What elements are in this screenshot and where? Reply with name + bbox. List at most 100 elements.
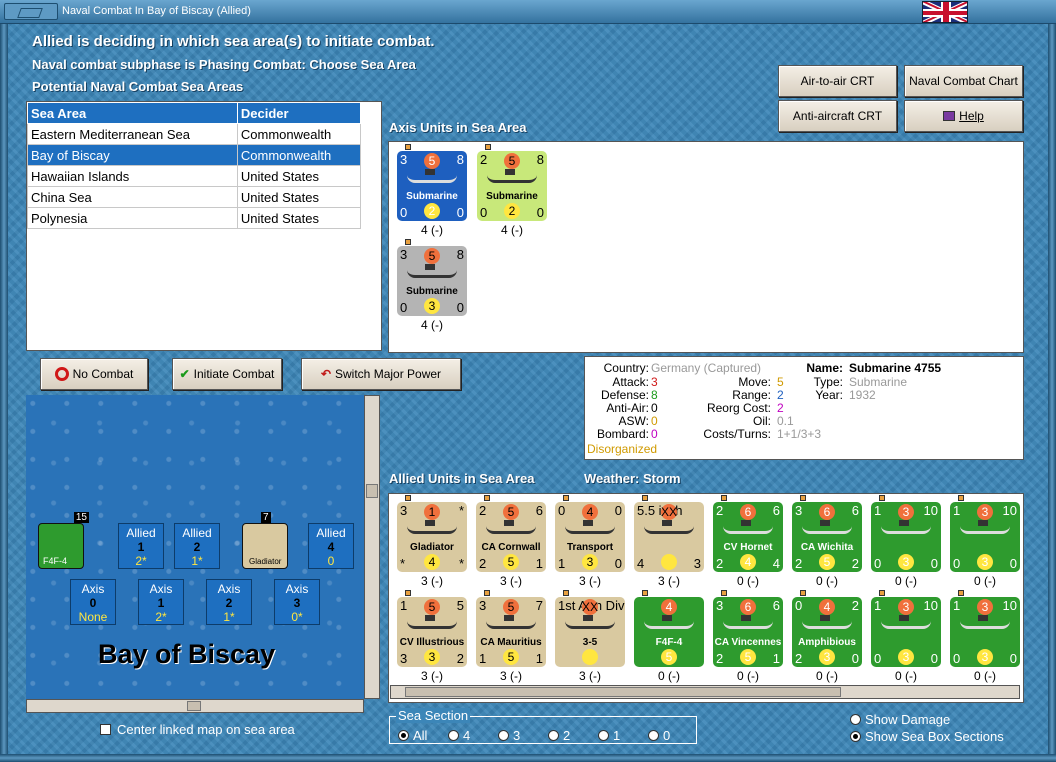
radio-circle[interactable]	[548, 730, 559, 741]
scroll-thumb[interactable]	[366, 484, 378, 498]
sea-box-text: Axis	[149, 582, 173, 596]
sea-section-radio[interactable]: 1	[598, 728, 620, 743]
unit-counter[interactable]: 3 6 6 2 5 1 CA Vincennes	[713, 597, 783, 667]
radio-label: 4	[463, 728, 471, 743]
axis-sea-box[interactable]: Axis 0 None	[70, 579, 116, 625]
counter-caption: 0 (-)	[974, 669, 996, 683]
sea-box-text: 0	[89, 596, 97, 610]
no-combat-button[interactable]: No Combat	[40, 358, 148, 390]
counter-tl: 3	[400, 152, 408, 167]
unit-counter[interactable]: 1 3 10 0 3 0	[950, 502, 1020, 572]
unit-counter[interactable]: 2 5 6 2 5 1 CA Cornwall	[476, 502, 546, 572]
radio-circle[interactable]	[850, 731, 861, 742]
status-marker-icon	[642, 590, 648, 596]
air-to-air-crt-button[interactable]: Air-to-air CRT	[778, 65, 897, 97]
unit-counter[interactable]: 1 3 10 0 3 0	[871, 597, 941, 667]
unit-counter[interactable]: 3 5 8 0 2 0 Submarine	[397, 151, 467, 221]
switch-major-power-button[interactable]: ↶ Switch Major Power	[301, 358, 461, 390]
ship-icon	[407, 169, 457, 183]
table-row[interactable]: Polynesia United States	[27, 207, 362, 229]
axis-sea-box[interactable]: Axis 2 1*	[206, 579, 252, 625]
show-damage-radio[interactable]: Show Damage	[850, 712, 950, 727]
counter-name: Gladiator	[410, 542, 454, 553]
map-horizontal-scrollbar[interactable]	[26, 699, 364, 713]
checkbox-box[interactable]	[100, 724, 111, 735]
unit-counter[interactable]: 1st Arm DivXX3-5	[555, 597, 625, 667]
decider-cell: United States	[236, 165, 362, 187]
unit-counter[interactable]: 3 5 8 0 3 0 Submarine	[397, 246, 467, 316]
allied-sea-box[interactable]: Allied 1 2*	[118, 523, 164, 569]
radio-circle[interactable]	[648, 730, 659, 741]
axis-sea-box[interactable]: Axis 1 2*	[138, 579, 184, 625]
counter-br: 2	[851, 556, 859, 571]
unit-counter[interactable]: 1 3 10 0 3 0	[950, 597, 1020, 667]
decider-cell: United States	[236, 186, 362, 208]
frame-left	[0, 24, 8, 762]
f4f-stack-counter[interactable]: 15 F4F-4	[38, 512, 89, 569]
sea-area-map[interactable]: Allied 1 2* Allied 2 1* Allied 4 0 Axis 0 None Axis 1…	[26, 395, 364, 699]
sea-section-radio[interactable]: All	[398, 728, 427, 743]
center-map-checkbox[interactable]: Center linked map on sea area	[100, 722, 295, 737]
allied-sea-box[interactable]: Allied 4 0	[308, 523, 354, 569]
initiate-combat-button[interactable]: ✔ Initiate Combat	[172, 358, 282, 390]
gladiator-stack-counter[interactable]: 7 Gladiator	[242, 512, 288, 569]
system-menu-button[interactable]	[4, 3, 58, 20]
radio-circle[interactable]	[498, 730, 509, 741]
counter-bl: 3	[400, 651, 408, 666]
anti-aircraft-crt-button[interactable]: Anti-aircraft CRT	[778, 100, 897, 132]
unit-counter[interactable]: 0 4 2 2 3 0 Amphibious	[792, 597, 862, 667]
sea-section-radio[interactable]: 2	[548, 728, 570, 743]
allied-units-scrollbar[interactable]	[390, 685, 1020, 699]
unit-counter[interactable]: 4 5 F4F-4	[634, 597, 704, 667]
status-marker-icon	[484, 590, 490, 596]
scroll-thumb[interactable]	[405, 687, 841, 697]
naval-combat-chart-button[interactable]: Naval Combat Chart	[904, 65, 1023, 97]
counter-name: Submarine	[406, 286, 458, 297]
scroll-thumb[interactable]	[187, 701, 201, 711]
naval-chart-label: Naval Combat Chart	[909, 74, 1018, 88]
sea-section-radio[interactable]: 3	[498, 728, 520, 743]
counter-caption: 3 (-)	[500, 574, 522, 588]
ship-icon	[802, 520, 852, 534]
counter-br: 3	[693, 556, 701, 571]
column-header-sea-area[interactable]: Sea Area	[27, 102, 238, 124]
counter-tc: 6	[740, 599, 756, 615]
unit-counter[interactable]: 3 1 * * 4 * Gladiator	[397, 502, 467, 572]
map-vertical-scrollbar[interactable]	[364, 395, 380, 699]
radio-circle[interactable]	[398, 730, 409, 741]
column-header-decider[interactable]: Decider	[236, 102, 362, 124]
radio-circle[interactable]	[850, 714, 861, 725]
allied-sea-box[interactable]: Allied 2 1*	[174, 523, 220, 569]
counter-bl: 2	[716, 651, 724, 666]
radio-circle[interactable]	[448, 730, 459, 741]
show-sea-box-sections-radio[interactable]: Show Sea Box Sections	[850, 729, 1004, 744]
table-row[interactable]: Bay of Biscay Commonwealth	[27, 144, 362, 166]
axis-sea-box[interactable]: Axis 3 0*	[274, 579, 320, 625]
help-button[interactable]: Help	[904, 100, 1023, 132]
counter-tr: 2	[851, 598, 859, 613]
unit-counter[interactable]: 5.5 inch XX 4 3	[634, 502, 704, 572]
counter-tc: 5	[503, 599, 519, 615]
ship-icon	[723, 520, 773, 534]
counter-br: *	[458, 556, 464, 571]
radio-circle[interactable]	[598, 730, 609, 741]
unit-counter[interactable]: 0 4 0 1 3 0 Transport	[555, 502, 625, 572]
table-row[interactable]: Eastern Mediterranean Sea Commonwealth	[27, 123, 362, 145]
unit-counter[interactable]: 3 6 6 2 5 2 CA Wichita	[792, 502, 862, 572]
table-row[interactable]: Hawaiian Islands United States	[27, 165, 362, 187]
unit-counter[interactable]: 2 5 8 0 2 0 Submarine	[477, 151, 547, 221]
sea-section-radio[interactable]: 0	[648, 728, 670, 743]
counter-caption: 0 (-)	[658, 669, 680, 683]
unit-counter[interactable]: 3 5 7 1 5 1 CA Mauritius	[476, 597, 546, 667]
unit-counter[interactable]: 1 3 10 0 3 0	[871, 502, 941, 572]
attack-label: Attack:	[612, 375, 649, 389]
counter-tc: 5	[424, 248, 440, 264]
unit-counter[interactable]: 1 5 5 3 3 2 CV Illustrious	[397, 597, 467, 667]
unit-counter[interactable]: 2 6 6 2 4 4 CV Hornet	[713, 502, 783, 572]
switch-power-label: Switch Major Power	[335, 367, 442, 381]
status-marker-icon	[800, 590, 806, 596]
counter-bl: 2	[795, 556, 803, 571]
counter-tl: 0	[795, 598, 803, 613]
sea-section-radio[interactable]: 4	[448, 728, 470, 743]
table-row[interactable]: China Sea United States	[27, 186, 362, 208]
